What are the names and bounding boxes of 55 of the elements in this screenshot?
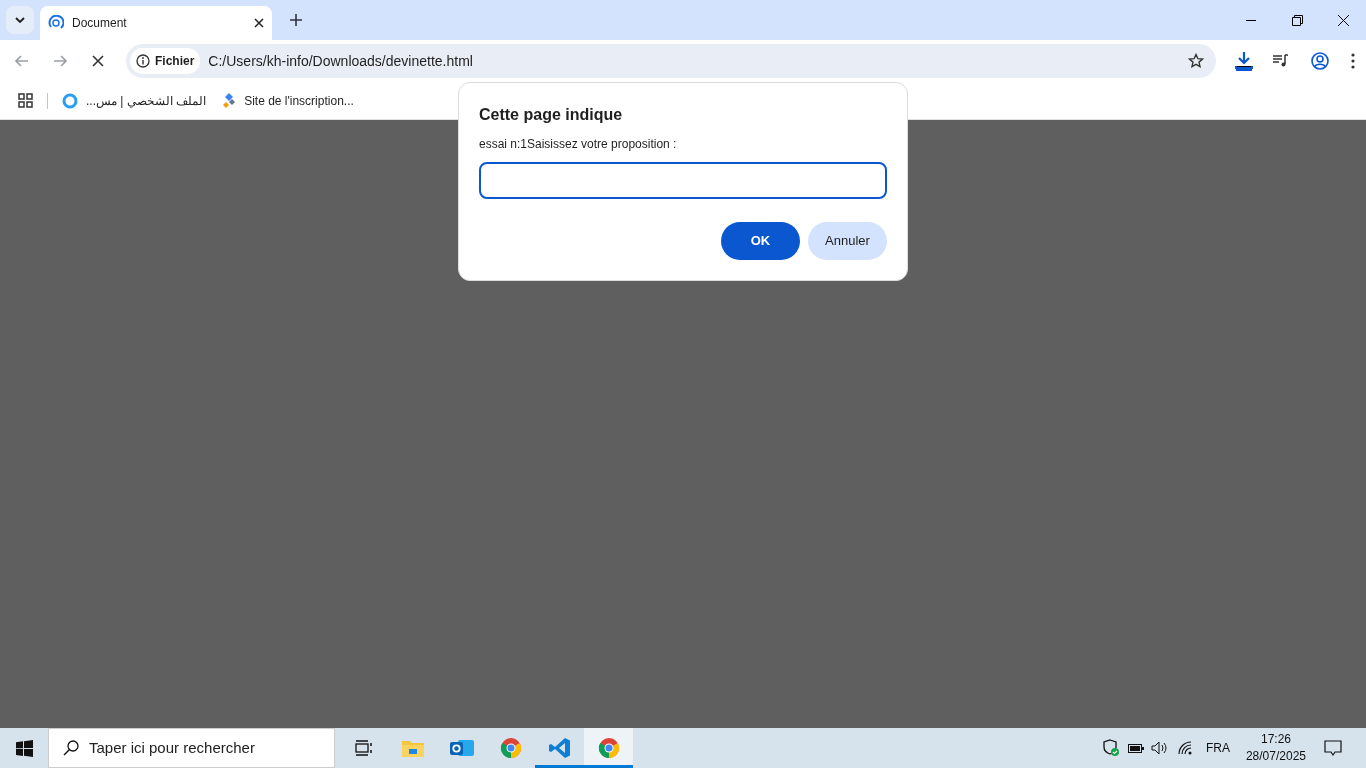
address-bar[interactable]: Fichier C:/Users/kh-info/Downloads/devinette.html: [126, 44, 1216, 78]
bookmark[interactable]: Site de l'inscription...: [222, 91, 354, 110]
speaker-icon[interactable]: [1150, 741, 1168, 755]
bookmark[interactable]: الملف الشخصي | مس...: [62, 91, 207, 110]
back-arrow-icon: [15, 55, 29, 67]
restore-icon: [1291, 14, 1303, 26]
bookmark-label: الملف الشخصي | مس...: [86, 92, 207, 110]
cancel-button[interactable]: Annuler: [808, 222, 887, 260]
tab-title: Document: [72, 15, 127, 32]
security-shield-icon[interactable]: [1101, 739, 1120, 757]
info-icon: [136, 54, 150, 68]
tab-list-button[interactable]: [6, 6, 34, 34]
folder-icon: [401, 739, 424, 757]
download-icon[interactable]: [1235, 51, 1253, 71]
notification-icon[interactable]: [1324, 739, 1342, 757]
search-placeholder: Taper ici pour rechercher: [89, 737, 255, 758]
profile-icon[interactable]: [1311, 52, 1329, 70]
dialog-message: essai n:1Saisissez votre proposition :: [479, 136, 678, 153]
ok-button[interactable]: OK: [721, 222, 800, 260]
minimize-icon: [1246, 19, 1256, 21]
apps-grid-icon[interactable]: [18, 93, 33, 108]
dialog-title: Cette page indique: [479, 105, 624, 125]
diamond-logo-icon: [222, 92, 237, 109]
chevron-down-icon: [15, 17, 25, 23]
taskbar-search-field[interactable]: Taper ici pour rechercher: [48, 728, 335, 768]
clock-time: 17:26: [1260, 731, 1291, 748]
clock[interactable]: 17:26 28/07/2025: [1245, 731, 1306, 765]
site-info-chip[interactable]: Fichier: [130, 48, 201, 74]
browser-app-icon: [597, 737, 620, 759]
battery-icon[interactable]: [1127, 743, 1144, 753]
file-label: Fichier: [155, 53, 195, 70]
wifi-icon[interactable]: [1177, 741, 1194, 755]
forward-arrow-icon: [53, 55, 67, 67]
bookmark-label: Site de l'inscription...: [244, 92, 354, 110]
media-icon[interactable]: [1273, 54, 1289, 68]
browser-app-icon: [499, 737, 522, 759]
close-icon: [1337, 14, 1349, 26]
clock-date: 28/07/2025: [1245, 748, 1306, 765]
language-indicator[interactable]: FRA: [1205, 739, 1230, 757]
mail-app-icon: [449, 738, 474, 758]
taskbar-app-button[interactable]: [584, 728, 633, 768]
windows-logo-icon: [15, 739, 33, 757]
search-icon: [63, 740, 79, 756]
close-icon: [92, 55, 104, 67]
star-icon[interactable]: [1188, 53, 1204, 69]
menu-icon[interactable]: [1351, 53, 1355, 69]
close-icon[interactable]: [254, 18, 264, 28]
code-editor-icon: [548, 737, 571, 759]
browser-tab[interactable]: Document: [40, 6, 272, 40]
loading-icon: [48, 15, 64, 31]
task-view-icon: [354, 740, 373, 756]
circle-logo-icon: [62, 92, 78, 109]
plus-icon: [290, 14, 302, 26]
url-text: C:/Users/kh-info/Downloads/devinette.html: [208, 51, 473, 71]
input-field[interactable]: [479, 162, 887, 199]
